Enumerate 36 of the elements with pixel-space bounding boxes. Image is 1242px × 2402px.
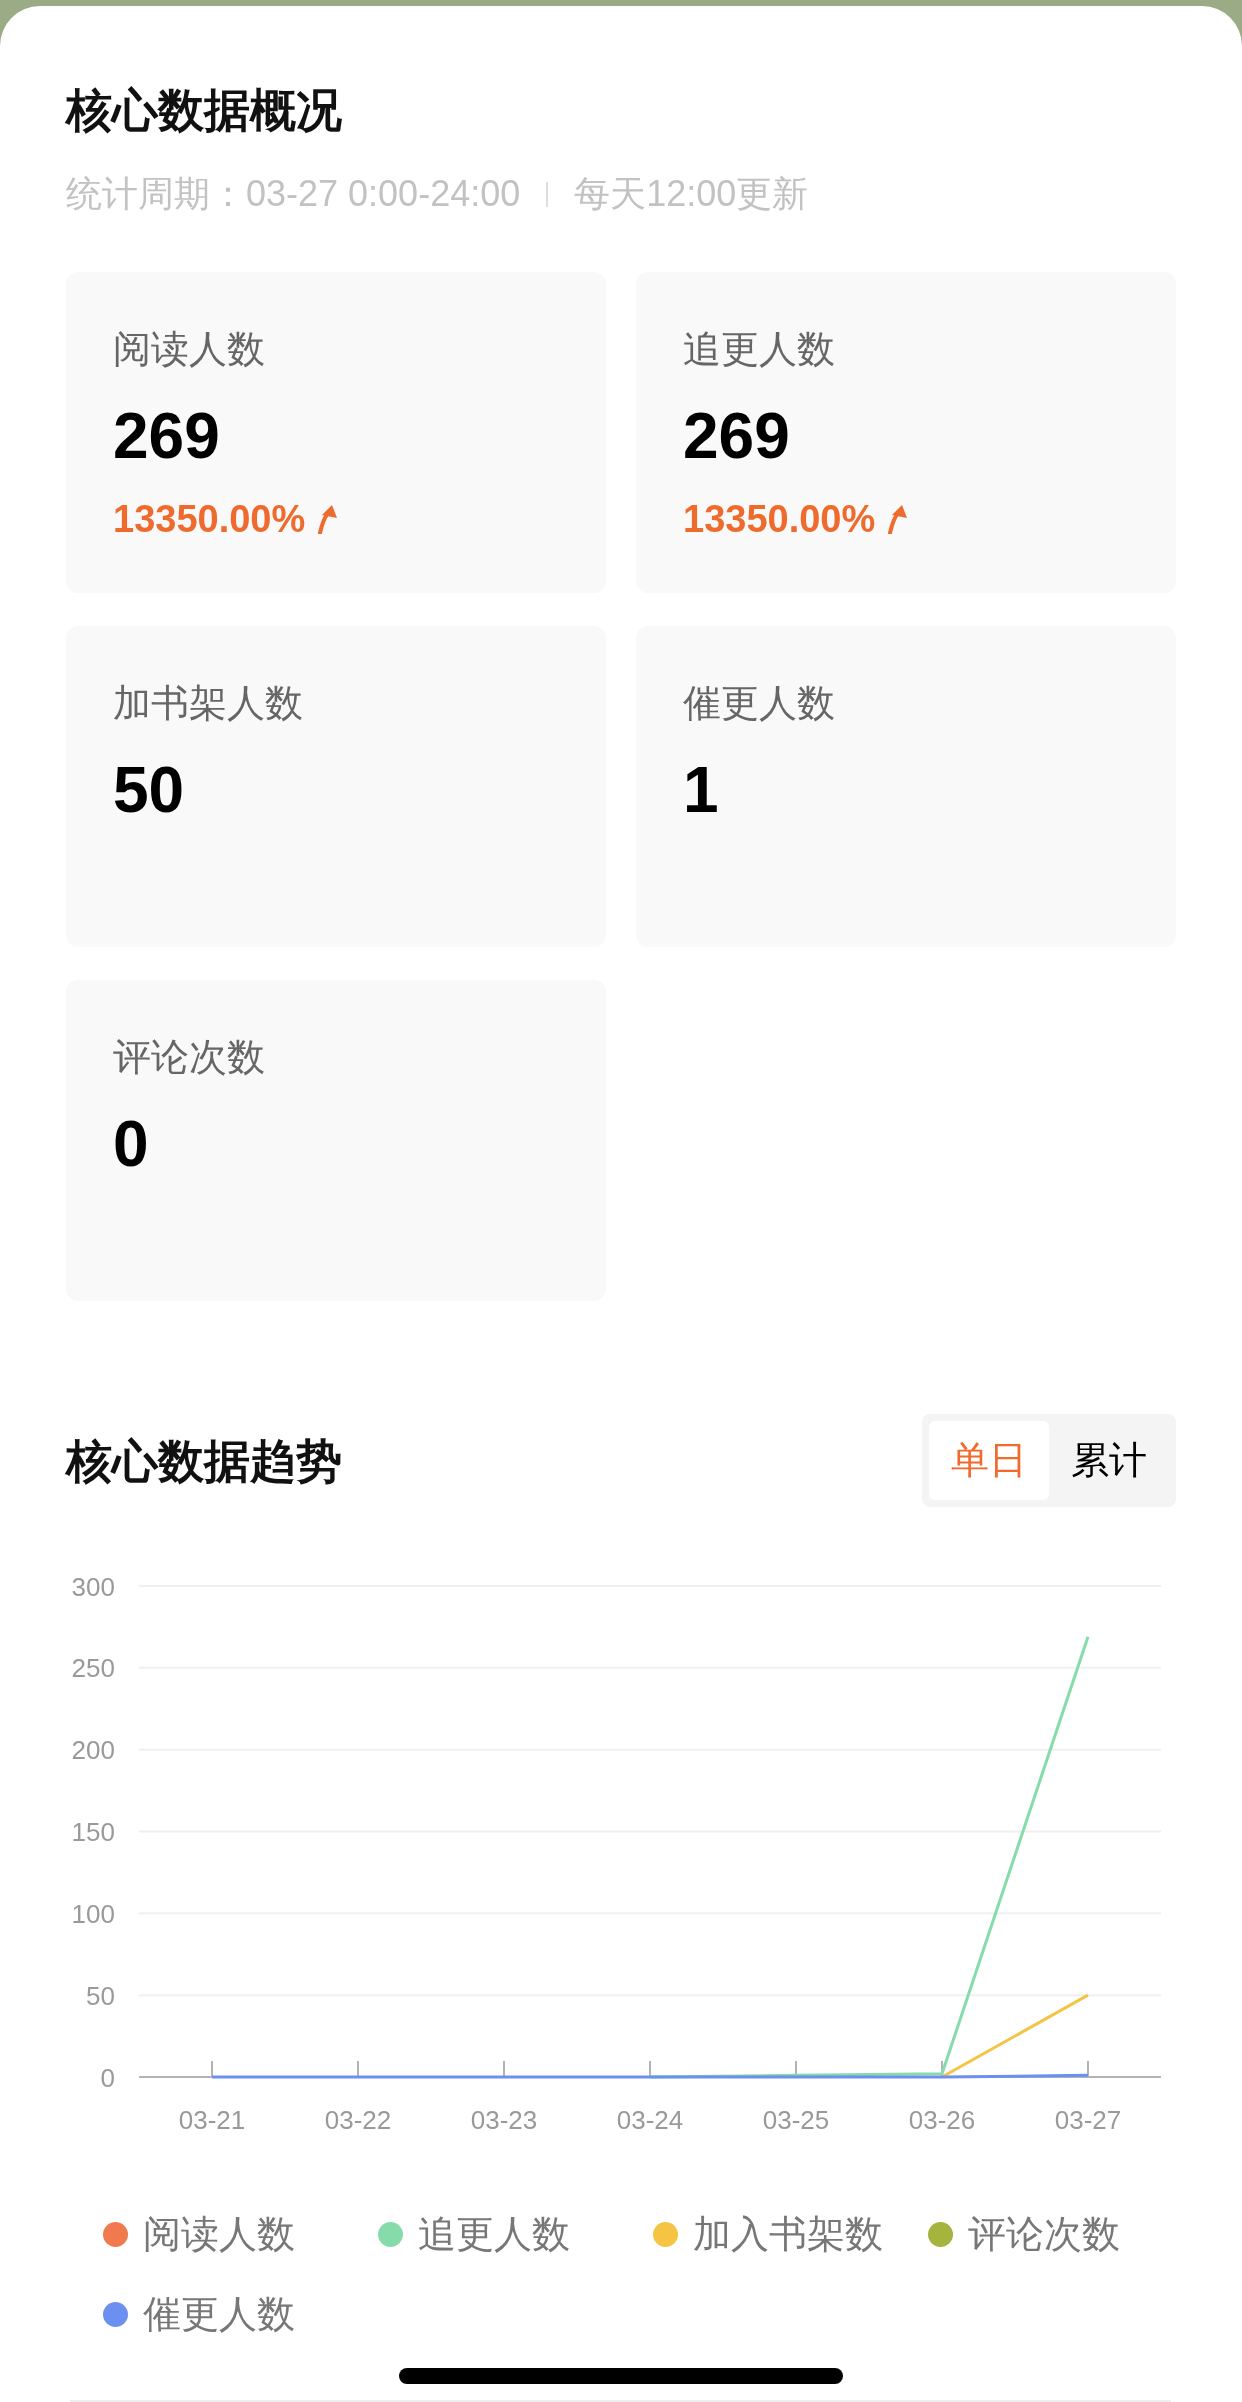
stat-label: 催更人数 [683, 681, 835, 726]
axis-label: 300 [71, 1571, 115, 1602]
axis-label: 200 [71, 1735, 115, 1766]
stat-value: 269 [683, 400, 790, 472]
legend-label: 催更人数 [143, 2292, 295, 2337]
stat-label: 评论次数 [113, 1035, 265, 1080]
change-percent: 13350.00% [113, 497, 306, 542]
legend-label: 加入书架数 [693, 2212, 883, 2257]
section-title: 核心数据概况 [66, 83, 342, 138]
change-percent: 13350.00% [683, 497, 876, 542]
section-title: 核心数据趋势 [66, 1433, 342, 1489]
stat-label: 阅读人数 [113, 327, 265, 372]
period-text: 统计周期：03-27 0:00-24:00 [66, 172, 521, 216]
axis-label: 03-24 [616, 2105, 684, 2135]
axis-label: 03-22 [324, 2105, 392, 2135]
stat-value: 269 [113, 400, 220, 472]
axis-label: 03-21 [178, 2105, 246, 2135]
stat-label: 追更人数 [683, 327, 835, 372]
stat-value: 0 [113, 1108, 149, 1180]
stat-value: 50 [113, 754, 185, 826]
axis-label: 03-25 [762, 2105, 830, 2135]
axis-label: 250 [71, 1653, 115, 1684]
axis-label: 03-27 [1054, 2105, 1122, 2135]
axis-label: 03-26 [908, 2105, 976, 2135]
segment-tab[interactable]: 累计 [1049, 1421, 1169, 1500]
axis-label: 100 [71, 1898, 115, 1929]
update-note: 每天12:00更新 [574, 172, 809, 216]
axis-label: 03-23 [470, 2105, 538, 2135]
legend-label: 追更人数 [418, 2212, 570, 2257]
axis-label: 150 [71, 1817, 115, 1847]
axis-label: 50 [86, 1980, 115, 2011]
legend-label: 评论次数 [968, 2212, 1120, 2257]
legend-label: 阅读人数 [143, 2212, 295, 2257]
stat-label: 加书架人数 [113, 681, 303, 726]
axis-label: 0 [100, 2062, 115, 2093]
stat-value: 1 [683, 754, 719, 826]
